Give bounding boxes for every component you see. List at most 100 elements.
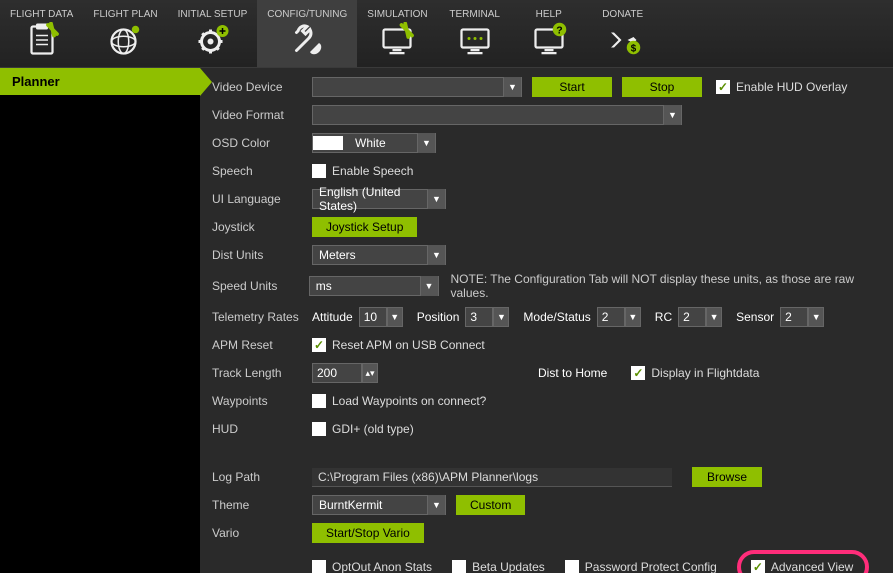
- globe-icon: [107, 22, 143, 58]
- sensor-label: Sensor: [736, 310, 774, 324]
- advanced-view-checkbox[interactable]: Advanced View: [751, 560, 854, 573]
- theme-label: Theme: [212, 498, 312, 512]
- tool-flight-data[interactable]: FLIGHT DATA: [0, 0, 83, 67]
- optout-checkbox[interactable]: OptOut Anon Stats: [312, 560, 432, 573]
- track-length-label: Track Length: [212, 366, 312, 380]
- gdi-checkbox[interactable]: GDI+ (old type): [312, 422, 414, 436]
- attitude-label: Attitude: [312, 310, 353, 324]
- checkbox-icon: [312, 560, 326, 573]
- chevron-down-icon: ▼: [493, 307, 509, 327]
- video-device-select[interactable]: ▼: [312, 77, 522, 97]
- attitude-input[interactable]: ▼: [359, 307, 403, 327]
- tool-initial-setup[interactable]: INITIAL SETUP: [168, 0, 258, 67]
- tool-donate[interactable]: DONATE $: [586, 0, 660, 67]
- enable-speech-checkbox[interactable]: Enable Speech: [312, 164, 413, 178]
- checkbox-icon: [631, 366, 645, 380]
- ui-language-label: UI Language: [212, 192, 312, 206]
- speed-units-label: Speed Units: [212, 279, 309, 293]
- start-button[interactable]: Start: [532, 77, 612, 97]
- svg-text:$: $: [630, 43, 636, 54]
- chevron-down-icon: ▼: [663, 105, 681, 125]
- dist-to-home-label: Dist to Home: [538, 366, 607, 380]
- clipboard-icon: [24, 22, 60, 58]
- display-flightdata-checkbox[interactable]: Display in Flightdata: [631, 366, 759, 380]
- beta-updates-checkbox[interactable]: Beta Updates: [452, 560, 545, 573]
- checkbox-icon: [751, 560, 765, 573]
- tool-config-tuning[interactable]: CONFIG/TUNING: [257, 0, 357, 67]
- checkbox-icon: [312, 164, 326, 178]
- dist-units-label: Dist Units: [212, 248, 312, 262]
- settings-panel: Video Device ▼ Start Stop Enable HUD Ove…: [200, 68, 893, 573]
- vario-button[interactable]: Start/Stop Vario: [312, 523, 424, 543]
- chevron-down-icon: ▼: [417, 133, 435, 153]
- rc-label: RC: [655, 310, 672, 324]
- hud-label: HUD: [212, 422, 312, 436]
- speech-label: Speech: [212, 164, 312, 178]
- chevron-down-icon: ▼: [706, 307, 722, 327]
- monitor-plane-icon: [379, 22, 415, 58]
- log-path-label: Log Path: [212, 470, 312, 484]
- chevron-down-icon: ▼: [625, 307, 641, 327]
- telemetry-rates-label: Telemetry Rates: [212, 310, 312, 324]
- vario-label: Vario: [212, 526, 312, 540]
- reset-apm-checkbox[interactable]: Reset APM on USB Connect: [312, 338, 485, 352]
- video-device-label: Video Device: [212, 80, 312, 94]
- monitor-terminal-icon: [457, 22, 493, 58]
- spinner-icon: ▴▾: [362, 363, 378, 383]
- checkbox-icon: [312, 422, 326, 436]
- checkbox-icon: [312, 394, 326, 408]
- main-toolbar: FLIGHT DATA FLIGHT PLAN INITIAL SETUP CO…: [0, 0, 893, 68]
- load-waypoints-checkbox[interactable]: Load Waypoints on connect?: [312, 394, 486, 408]
- sidebar: Planner: [0, 68, 200, 573]
- advanced-view-highlight: Advanced View: [737, 550, 870, 573]
- chevron-down-icon: ▼: [420, 276, 438, 296]
- mode-status-input[interactable]: ▼: [597, 307, 641, 327]
- tools-icon: [289, 22, 325, 58]
- osd-color-select[interactable]: White▼: [312, 133, 436, 153]
- tool-help[interactable]: HELP ?: [512, 0, 586, 67]
- chevron-down-icon: ▼: [808, 307, 824, 327]
- chevron-down-icon: ▼: [387, 307, 403, 327]
- log-path-field[interactable]: C:\Program Files (x86)\APM Planner\logs: [312, 468, 672, 487]
- svg-text:?: ?: [556, 24, 562, 36]
- chevron-down-icon: ▼: [427, 245, 445, 265]
- checkbox-icon: [452, 560, 466, 573]
- monitor-help-icon: ?: [531, 22, 567, 58]
- chevron-down-icon: ▼: [427, 189, 445, 209]
- speed-units-select[interactable]: ms▼: [309, 276, 439, 296]
- video-format-select[interactable]: ▼: [312, 105, 682, 125]
- track-length-input[interactable]: ▴▾: [312, 363, 378, 383]
- video-format-label: Video Format: [212, 108, 312, 122]
- checkbox-icon: [716, 80, 730, 94]
- chevron-down-icon: ▼: [427, 495, 445, 515]
- gear-plus-icon: [194, 22, 230, 58]
- units-note: NOTE: The Configuration Tab will NOT dis…: [451, 272, 882, 300]
- dist-units-select[interactable]: Meters▼: [312, 245, 446, 265]
- apm-reset-label: APM Reset: [212, 338, 312, 352]
- plane-dollar-icon: $: [605, 22, 641, 58]
- waypoints-label: Waypoints: [212, 394, 312, 408]
- stop-button[interactable]: Stop: [622, 77, 702, 97]
- custom-theme-button[interactable]: Custom: [456, 495, 525, 515]
- checkbox-icon: [312, 338, 326, 352]
- position-label: Position: [417, 310, 460, 324]
- enable-hud-overlay-checkbox[interactable]: Enable HUD Overlay: [716, 80, 847, 94]
- chevron-down-icon: ▼: [503, 77, 521, 97]
- osd-color-label: OSD Color: [212, 136, 312, 150]
- tool-terminal[interactable]: TERMINAL: [438, 0, 512, 67]
- rc-input[interactable]: ▼: [678, 307, 722, 327]
- ui-language-select[interactable]: English (United States)▼: [312, 189, 446, 209]
- browse-button[interactable]: Browse: [692, 467, 762, 487]
- sidebar-tab-planner[interactable]: Planner: [0, 68, 200, 95]
- mode-status-label: Mode/Status: [523, 310, 590, 324]
- theme-select[interactable]: BurntKermit▼: [312, 495, 446, 515]
- checkbox-icon: [565, 560, 579, 573]
- position-input[interactable]: ▼: [465, 307, 509, 327]
- sensor-input[interactable]: ▼: [780, 307, 824, 327]
- joystick-label: Joystick: [212, 220, 312, 234]
- password-protect-checkbox[interactable]: Password Protect Config: [565, 560, 717, 573]
- color-swatch: [313, 136, 343, 150]
- tool-simulation[interactable]: SIMULATION: [357, 0, 437, 67]
- tool-flight-plan[interactable]: FLIGHT PLAN: [83, 0, 167, 67]
- joystick-setup-button[interactable]: Joystick Setup: [312, 217, 417, 237]
